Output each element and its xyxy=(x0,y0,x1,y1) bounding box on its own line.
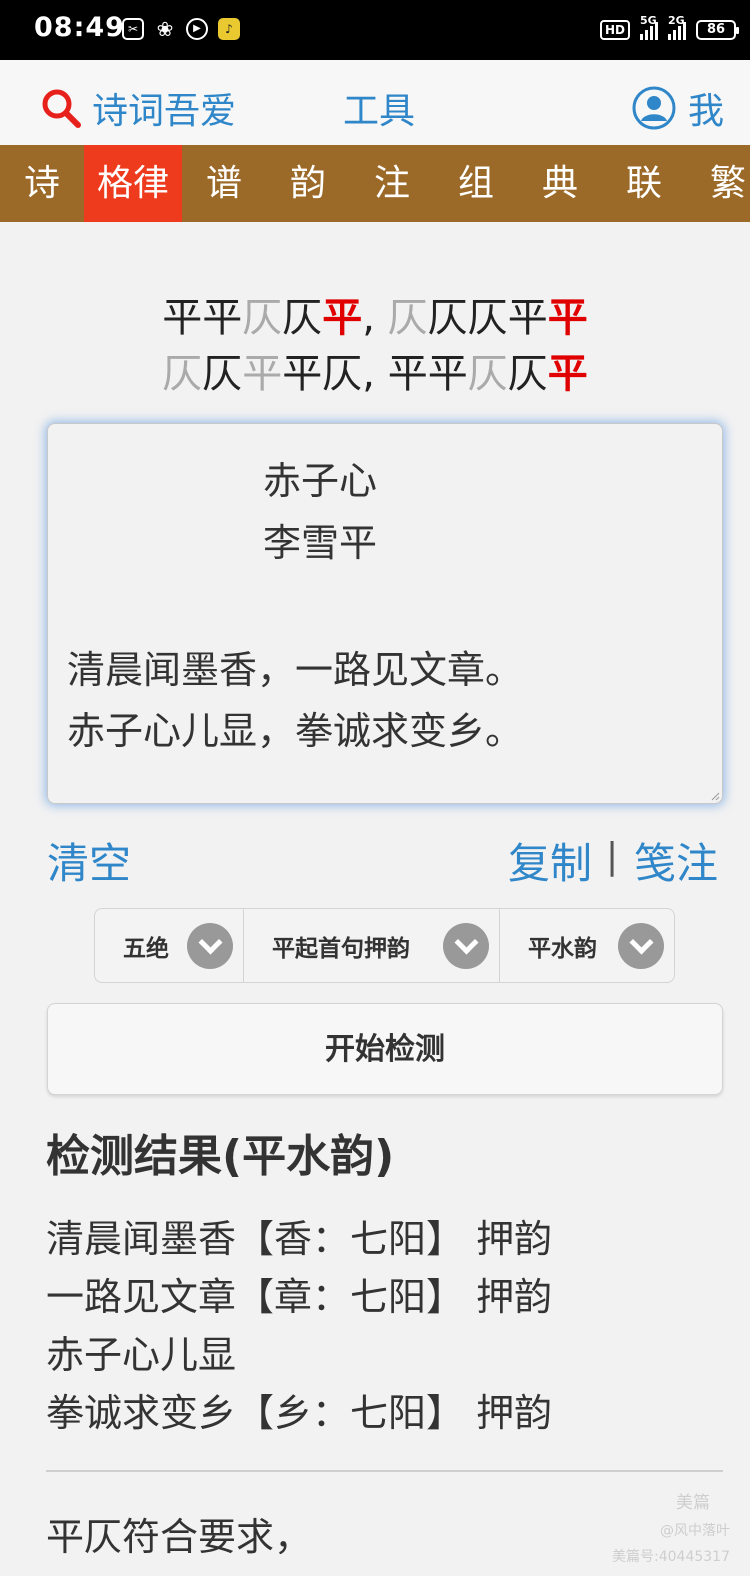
result-line: 赤子心儿显 xyxy=(46,1333,237,1377)
annotate-button[interactable]: 笺注 xyxy=(634,830,718,891)
result-title: 检测结果(平水韵) xyxy=(46,1131,395,1182)
nav-item-rhyme[interactable]: 韵 xyxy=(266,145,350,222)
poem-title: 赤子心 xyxy=(263,459,378,503)
tools-link[interactable]: 工具 xyxy=(343,82,415,134)
user-avatar-icon[interactable] xyxy=(632,86,676,130)
flexible-tone-mark: 仄 xyxy=(242,295,283,341)
divider xyxy=(46,1470,723,1472)
poem-line-2: 赤子心儿显，拳诚求变乡。 xyxy=(67,709,524,753)
form-select[interactable]: 五绝 xyxy=(95,909,244,982)
poem-input[interactable]: 赤子心 李雪平 清晨闻墨香，一路见文章。 赤子心儿显，拳诚求变乡。 xyxy=(47,423,723,804)
profile-label[interactable]: 我 xyxy=(688,82,724,134)
tone-mark: 仄仄平 xyxy=(427,295,548,341)
battery-icon: 86 xyxy=(696,20,739,40)
result-line: 一路见文章【章：七阳】 押韵 xyxy=(46,1275,553,1319)
nav-item-classic[interactable]: 典 xyxy=(518,145,602,222)
tone-mark: 仄 xyxy=(282,295,323,341)
poem-line-1: 清晨闻墨香，一路见文章。 xyxy=(67,648,524,692)
pattern-line-2: 仄仄平平仄, 平平仄仄平 xyxy=(0,346,750,402)
flexible-tone-mark: 仄 xyxy=(387,295,428,341)
action-separator: | xyxy=(606,836,619,877)
clock: 08:49 xyxy=(34,12,125,43)
rhyme-tone-mark: 平 xyxy=(547,351,588,397)
tone-mark: , xyxy=(362,295,388,341)
hd-icon: HD xyxy=(599,20,630,40)
result-list: 清晨闻墨香【香：七阳】 押韵 一路见文章【章：七阳】 押韵 赤子心儿显 拳诚求变… xyxy=(46,1210,552,1442)
rhyme-tone-mark: 平 xyxy=(322,295,363,341)
flexible-tone-mark: 仄 xyxy=(467,351,508,397)
nav-item-metrics[interactable]: 格律 xyxy=(84,145,182,222)
chevron-down-icon[interactable] xyxy=(443,922,489,969)
start-check-button[interactable]: 开始检测 xyxy=(47,1003,723,1095)
nav-item-couplet[interactable]: 联 xyxy=(602,145,686,222)
poem-author: 李雪平 xyxy=(263,521,378,565)
tone-mark: 仄 xyxy=(202,351,243,397)
nav-item-score[interactable]: 谱 xyxy=(182,145,266,222)
result-line: 拳诚求变乡【乡：七阳】 押韵 xyxy=(46,1391,553,1435)
options-group: 五绝 平起首句押韵 平水韵 xyxy=(94,908,675,983)
tone-mark: 平仄, 平平 xyxy=(282,351,468,397)
watermark-logo: 美篇 xyxy=(676,1493,710,1513)
search-icon[interactable] xyxy=(40,87,82,129)
result-line: 清晨闻墨香【香：七阳】 押韵 xyxy=(46,1217,553,1261)
signal-5g-icon: 5G xyxy=(640,14,658,40)
start-mode-select-value: 平起首句押韵 xyxy=(272,935,410,962)
profile-link[interactable]: 我 xyxy=(632,82,724,134)
pattern-line-1: 平平仄仄平, 仄仄仄平平 xyxy=(0,290,750,346)
nav-item-group[interactable]: 组 xyxy=(434,145,518,222)
chevron-down-icon[interactable] xyxy=(187,922,233,969)
nav-item-annotate[interactable]: 注 xyxy=(350,145,434,222)
brand-title[interactable]: 诗词吾爱 xyxy=(92,82,236,134)
result-conclusion: 平仄符合要求， xyxy=(46,1515,313,1559)
app-header: 诗词吾爱 工具 我 xyxy=(0,60,750,145)
form-select-value: 五绝 xyxy=(123,935,169,962)
watermark-author: @风中落叶 xyxy=(660,1523,730,1539)
nav-item-traditional[interactable]: 繁 xyxy=(686,145,750,222)
copy-button[interactable]: 复制 xyxy=(508,830,592,891)
app-icon: ♪ xyxy=(218,18,240,40)
wechat-icon: ❀ xyxy=(156,17,174,41)
flexible-tone-mark: 平 xyxy=(242,351,283,397)
resize-handle-icon[interactable] xyxy=(710,791,720,801)
rhyme-book-select[interactable]: 平水韵 xyxy=(500,909,674,982)
signal-2g-icon: 2G xyxy=(668,14,686,40)
status-bar: 08:49 ✂ ❀ ▶ ♪ HD 5G 2G 86 xyxy=(0,0,750,60)
brand-link[interactable]: 诗词吾爱 xyxy=(40,82,236,134)
chevron-down-icon[interactable] xyxy=(618,922,664,969)
play-icon: ▶ xyxy=(186,18,208,40)
rhyme-book-select-value: 平水韵 xyxy=(528,935,597,962)
category-nav: 诗 格律 谱 韵 注 组 典 联 繁 xyxy=(0,145,750,222)
flexible-tone-mark: 仄 xyxy=(162,351,203,397)
tone-mark: 仄 xyxy=(507,351,548,397)
watermark-id: 美篇号:40445317 xyxy=(612,1549,730,1565)
tonal-pattern: 平平仄仄平, 仄仄仄平平 仄仄平平仄, 平平仄仄平 xyxy=(0,290,750,402)
clear-button[interactable]: 清空 xyxy=(47,830,131,891)
start-mode-select[interactable]: 平起首句押韵 xyxy=(244,909,500,982)
notification-icon-1: ✂ xyxy=(122,18,144,40)
rhyme-tone-mark: 平 xyxy=(547,295,588,341)
tone-mark: 平平 xyxy=(162,295,243,341)
nav-item-poem[interactable]: 诗 xyxy=(0,145,84,222)
